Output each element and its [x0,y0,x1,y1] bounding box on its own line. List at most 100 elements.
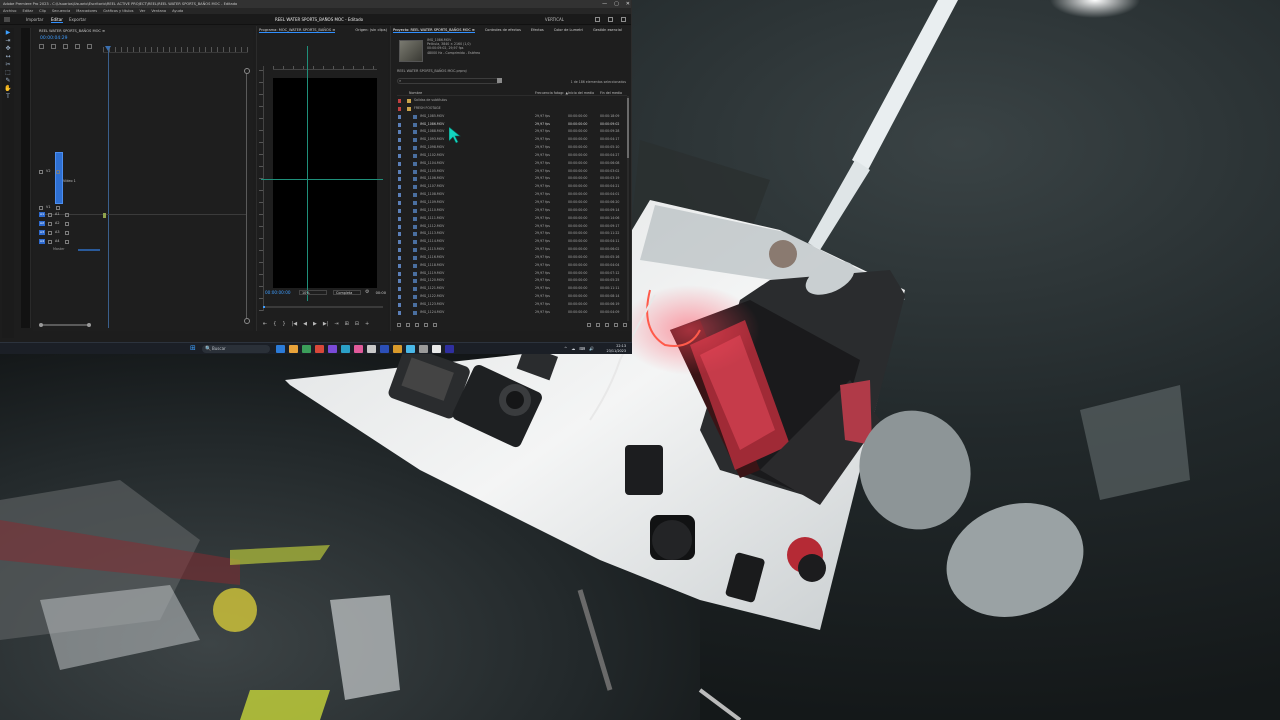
taskbar-app-icon[interactable] [380,345,389,353]
tab-effect-controls[interactable]: Controles de efectos [485,27,521,33]
track-a1[interactable]: A1 A1 [39,211,97,218]
ripple-edit-tool-icon[interactable]: ↔ [4,54,12,60]
clip-thumbnail[interactable] [399,40,423,62]
clip-row[interactable]: IMG_1093.MOV 29,97 fps 00:00:00:00 00:00:04… [397,136,627,144]
scrollbar-thumb[interactable] [627,98,629,158]
selection-tool-icon[interactable]: ▶ [4,30,12,36]
clip-row[interactable]: IMG_1123.MOV 29,97 fps 00:00:00:00 00:00:06… [397,301,627,309]
program-timecode[interactable]: 00:00:00:00 [265,290,291,296]
button-editor-icon[interactable]: + [365,321,369,327]
track-target[interactable]: A2 [39,221,45,226]
lift-icon[interactable]: ⊞ [345,321,349,327]
find-icon[interactable] [596,323,600,327]
lock-icon[interactable] [39,205,43,210]
lock-icon[interactable] [397,323,401,327]
start-button-icon[interactable]: ⊞ [190,345,197,352]
tab-editar[interactable]: Editar [51,17,63,23]
tab-program[interactable]: Programa: MOC_WATER SPORTS_BAÑOS ≡ [259,27,336,33]
clip-row[interactable]: IMG_1105.MOV 29,97 fps 00:00:00:00 00:00:03… [397,168,627,176]
timeline-settings-icon[interactable] [87,44,92,49]
extract-icon[interactable]: ⊟ [355,321,359,327]
go-to-out-icon[interactable]: ⇥ [334,321,338,327]
move-tool-icon[interactable]: ✥ [4,46,12,52]
new-bin-icon[interactable] [605,323,609,327]
clip-row[interactable]: IMG_1086.MOV 29,97 fps 00:00:00:00 00:00:09… [397,121,627,129]
list-view-icon[interactable] [406,323,410,327]
mark-out-icon[interactable]: } [282,321,285,327]
column-fps[interactable]: Frecuencia fotogr. ▲ [535,90,568,96]
video-track-clip[interactable] [55,152,63,204]
nest-icon[interactable] [39,44,44,49]
taskbar-app-icon[interactable] [276,345,285,353]
track-target[interactable]: A4 [39,239,45,244]
trash-icon[interactable] [623,323,627,327]
track-v2[interactable]: V2 [39,168,97,175]
clip-row[interactable]: IMG_1115.MOV 29,97 fps 00:00:00:00 00:00:06… [397,246,627,254]
taskbar-app-icon[interactable] [354,345,363,353]
horizontal-guide[interactable] [261,179,383,180]
playhead[interactable] [108,48,109,328]
linked-selection-icon[interactable] [63,44,68,49]
wrench-icon[interactable]: ⚙ [365,290,370,295]
hand-tool-icon[interactable]: ✋ [4,86,12,92]
master-volume-bar[interactable] [78,249,100,251]
mute-icon[interactable] [65,230,69,235]
bin-row[interactable]: Salidas de subtítulos [397,97,627,105]
column-name[interactable]: Nombre [409,90,422,96]
mark-in-icon[interactable]: { [273,321,276,327]
tab-lumetri[interactable]: Color de Lumetri [554,27,583,33]
column-media-end[interactable]: Fin del medio [600,90,622,96]
clip-row[interactable]: IMG_1104.MOV 29,97 fps 00:00:00:00 00:00:06… [397,160,627,168]
track-a2[interactable]: A2 A2 [39,220,97,227]
vertical-guide[interactable] [307,46,308,301]
clip-row[interactable]: IMG_1112.MOV 29,97 fps 00:00:00:00 00:00:09… [397,223,627,231]
clip-row[interactable]: IMG_1107.MOV 29,97 fps 00:00:00:00 00:00:04… [397,183,627,191]
clip-row[interactable]: IMG_1109.MOV 29,97 fps 00:00:00:00 00:00:06… [397,199,627,207]
program-canvas[interactable] [273,78,377,288]
mute-icon[interactable] [65,221,69,226]
clip-row[interactable]: IMG_1119.MOV 29,97 fps 00:00:00:00 00:00:07… [397,270,627,278]
maximize-icon[interactable]: ▢ [614,0,619,8]
taskbar-app-icon[interactable] [328,345,337,353]
clip-row[interactable]: IMG_1114.MOV 29,97 fps 00:00:00:00 00:00:04… [397,238,627,246]
step-forward-icon[interactable]: ▶| [323,321,329,327]
clip-row[interactable]: IMG_1108.MOV 29,97 fps 00:00:00:00 00:00:04… [397,191,627,199]
automate-icon[interactable] [587,323,591,327]
audio-clip-marker[interactable] [103,213,106,218]
mute-icon[interactable] [65,212,69,217]
type-tool-icon[interactable]: T [4,94,12,100]
go-to-in-icon[interactable]: |◀ [292,321,298,327]
keyboard-icon[interactable]: ⌨ [579,345,585,353]
track-v1[interactable]: V1 [39,204,97,211]
project-scrollbar[interactable] [627,96,629,321]
timeline-vertical-zoom[interactable] [244,68,250,324]
pen-tool-icon[interactable]: ✎ [4,78,12,84]
zoom-slider-icon[interactable] [433,323,437,327]
clip-row[interactable]: IMG_1124.MOV 29,97 fps 00:00:00:00 00:00:04… [397,309,627,317]
new-item-icon[interactable] [614,323,618,327]
razor-tool-icon[interactable]: ✂ [4,62,12,68]
clip-row[interactable]: IMG_1106.MOV 29,97 fps 00:00:00:00 00:00:03… [397,175,627,183]
taskbar-clock[interactable]: 22:13 23/11/2023 [606,344,626,353]
clip-row[interactable]: IMG_1102.MOV 29,97 fps 00:00:00:00 00:00:04… [397,152,627,160]
new-bin-icon[interactable] [497,78,502,83]
taskbar-app-icon[interactable] [289,345,298,353]
tab-importar[interactable]: Importar [26,17,43,22]
playback-resolution-select[interactable]: Completa [333,290,361,295]
snap-icon[interactable] [51,44,56,49]
bin-row[interactable]: FRESH FOOTAGE [397,105,627,113]
quick-export-icon[interactable] [608,17,613,22]
slip-tool-icon[interactable]: ⬚ [4,70,12,76]
clip-row[interactable]: IMG_1122.MOV 29,97 fps 00:00:00:00 00:00:08… [397,293,627,301]
timeline-horizontal-zoom[interactable] [39,323,91,327]
clip-row[interactable]: IMG_1110.MOV 29,97 fps 00:00:00:00 00:00:09… [397,207,627,215]
freeform-view-icon[interactable] [424,323,428,327]
track-select-tool-icon[interactable]: ⇥ [4,38,12,44]
mute-icon[interactable] [65,239,69,244]
step-back-icon[interactable]: ◀ [303,321,307,327]
lock-icon[interactable] [48,230,52,235]
play-icon[interactable]: ▶ [313,321,317,327]
chevron-up-icon[interactable]: ^ [564,345,567,353]
project-search-input[interactable] [397,78,501,84]
tab-source[interactable]: Origen: (sin clips) [355,27,387,33]
